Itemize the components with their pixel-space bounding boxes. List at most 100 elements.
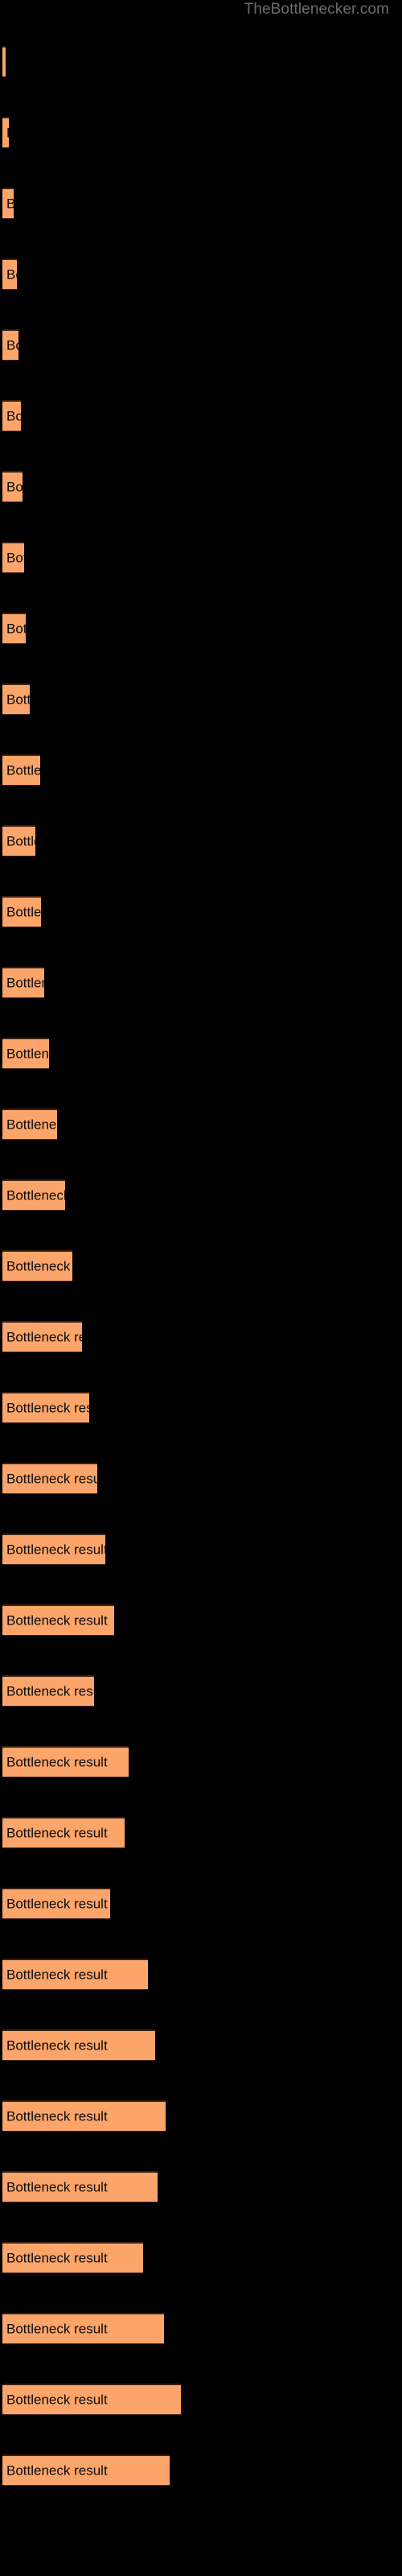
- bar-label: Bottleneck result: [6, 1258, 72, 1274]
- bar[interactable]: Bottleneck result: [2, 754, 40, 786]
- bar[interactable]: Bottleneck result: [2, 2029, 155, 2061]
- bar-label: Bottleneck result: [6, 691, 30, 708]
- bar-label: Bottleneck result: [6, 1896, 108, 1912]
- bar-row: Bottleneck result: [0, 1392, 402, 1423]
- bar-row: Bottleneck result: [0, 258, 402, 290]
- bar-label: Bottleneck result: [6, 550, 24, 566]
- bar-label: Bottleneck result: [6, 2108, 108, 2124]
- bar-row: Bottleneck result: [0, 2242, 402, 2273]
- bar-row: Bottleneck result: [0, 1108, 402, 1140]
- bar[interactable]: Bottleneck result: [2, 117, 9, 148]
- bar[interactable]: Bottleneck result: [2, 1534, 105, 1565]
- bar[interactable]: Bottleneck result: [2, 188, 14, 219]
- bar[interactable]: Bottleneck result: [2, 967, 44, 998]
- bar-row: Bottleneck result: [0, 2100, 402, 2132]
- bar-label: Bottleneck result: [6, 196, 14, 212]
- bar-label: Bottleneck result: [6, 408, 21, 424]
- bar[interactable]: Bottleneck result: [2, 683, 30, 715]
- bar-label: Bottleneck result: [6, 126, 9, 141]
- bar-label: Bottleneck result: [6, 1046, 49, 1062]
- bar[interactable]: Bottleneck result: [2, 258, 17, 290]
- bar[interactable]: Bottleneck result: [2, 46, 6, 77]
- bar-row: Bottleneck result: [0, 1038, 402, 1069]
- bar[interactable]: Bottleneck result: [2, 1179, 65, 1211]
- bar-label: Bottleneck result: [6, 2462, 108, 2479]
- bar-row: Bottleneck result: [0, 1888, 402, 1919]
- bar[interactable]: Bottleneck result: [2, 1250, 72, 1282]
- bar-row: Bottleneck result: [0, 825, 402, 857]
- bar[interactable]: Bottleneck result: [2, 1746, 129, 1777]
- bar-label: Bottleneck result: [6, 1967, 108, 1983]
- bar-row: Bottleneck result: [0, 400, 402, 431]
- bar-row: Bottleneck result: [0, 188, 402, 219]
- bar-row: Bottleneck result: [0, 542, 402, 573]
- bar-label: Bottleneck result: [6, 2392, 108, 2408]
- bar[interactable]: Bottleneck result: [2, 1675, 94, 1707]
- bar-row: Bottleneck result: [0, 2384, 402, 2415]
- bar-row: Bottleneck result: [0, 683, 402, 715]
- bar-label: Bottleneck result: [6, 1400, 89, 1416]
- bar-label: Bottleneck result: [6, 1825, 108, 1841]
- bar-label: Bottleneck result: [6, 1117, 57, 1133]
- bar-label: Bottleneck result: [6, 266, 17, 283]
- bar[interactable]: Bottleneck result: [2, 2384, 181, 2415]
- bar-row: Bottleneck result: [0, 896, 402, 927]
- bar-row: Bottleneck result: [0, 613, 402, 644]
- bar-row: Bottleneck result: [0, 329, 402, 361]
- bar-label: Bottleneck result: [6, 975, 44, 991]
- bar-label: Bottleneck result: [6, 2321, 108, 2337]
- bar-label: Bottleneck result: [6, 1187, 65, 1203]
- bar[interactable]: Bottleneck result: [2, 400, 21, 431]
- bar[interactable]: Bottleneck result: [2, 1321, 82, 1352]
- bar-label: Bottleneck result: [6, 833, 35, 849]
- bar[interactable]: Bottleneck result: [2, 2313, 164, 2344]
- bar-row: Bottleneck result: [0, 1250, 402, 1282]
- bar[interactable]: Bottleneck result: [2, 2171, 158, 2202]
- bar-label: Bottleneck result: [6, 904, 41, 920]
- bar-row: Bottleneck result: [0, 2313, 402, 2344]
- bar-label: Bottleneck result: [6, 1754, 108, 1770]
- bar-label: Bottleneck result: [6, 337, 18, 353]
- bar-row: Bottleneck result: [0, 1321, 402, 1352]
- bar[interactable]: Bottleneck result: [2, 1463, 97, 1494]
- bar-row: Bottleneck result: [0, 2029, 402, 2061]
- bar-row: Bottleneck result: [0, 1604, 402, 1636]
- bar[interactable]: Bottleneck result: [2, 1108, 57, 1140]
- bar-row: Bottleneck result: [0, 1746, 402, 1777]
- bar-label: Bottleneck result: [6, 479, 23, 495]
- bar-row: Bottleneck result: [0, 1959, 402, 1990]
- bar[interactable]: Bottleneck result: [2, 2100, 166, 2132]
- bar[interactable]: Bottleneck result: [2, 542, 24, 573]
- bar-label: Bottleneck result: [6, 1612, 108, 1629]
- bar-row: Bottleneck result: [0, 1534, 402, 1565]
- bar-label: Bottleneck result: [6, 2037, 108, 2054]
- bar[interactable]: Bottleneck result: [2, 1604, 114, 1636]
- bar-label: Bottleneck result: [6, 1329, 82, 1345]
- bar-row: Bottleneck result: [0, 46, 402, 77]
- bar-label: Bottleneck result: [6, 762, 40, 778]
- bar[interactable]: Bottleneck result: [2, 613, 26, 644]
- bar-row: Bottleneck result: [0, 2454, 402, 2486]
- bar-row: Bottleneck result: [0, 1179, 402, 1211]
- bar[interactable]: Bottleneck result: [2, 471, 23, 502]
- bar-label: Bottleneck result: [6, 2179, 108, 2195]
- bar-row: Bottleneck result: [0, 117, 402, 148]
- bar-row: Bottleneck result: [0, 1817, 402, 1848]
- bar[interactable]: Bottleneck result: [2, 1038, 49, 1069]
- bar[interactable]: Bottleneck result: [2, 329, 18, 361]
- bar[interactable]: Bottleneck result: [2, 896, 41, 927]
- bar-row: Bottleneck result: [0, 967, 402, 998]
- bar-row: Bottleneck result: [0, 1463, 402, 1494]
- bar[interactable]: Bottleneck result: [2, 1959, 148, 1990]
- bar[interactable]: Bottleneck result: [2, 1888, 110, 1919]
- bar[interactable]: Bottleneck result: [2, 2454, 170, 2486]
- bar-label: Bottleneck result: [6, 1683, 94, 1699]
- bar[interactable]: Bottleneck result: [2, 1392, 89, 1423]
- bar-label: Bottleneck result: [6, 1542, 105, 1558]
- bottleneck-result-bar-chart: Bottleneck result Bottleneck result Bottle…: [0, 0, 402, 2576]
- bar[interactable]: Bottleneck result: [2, 825, 35, 857]
- bar[interactable]: Bottleneck result: [2, 1817, 125, 1848]
- bar[interactable]: Bottleneck result: [2, 2242, 143, 2273]
- bar-row: Bottleneck result: [0, 754, 402, 786]
- bar-label: Bottleneck result: [6, 2250, 108, 2266]
